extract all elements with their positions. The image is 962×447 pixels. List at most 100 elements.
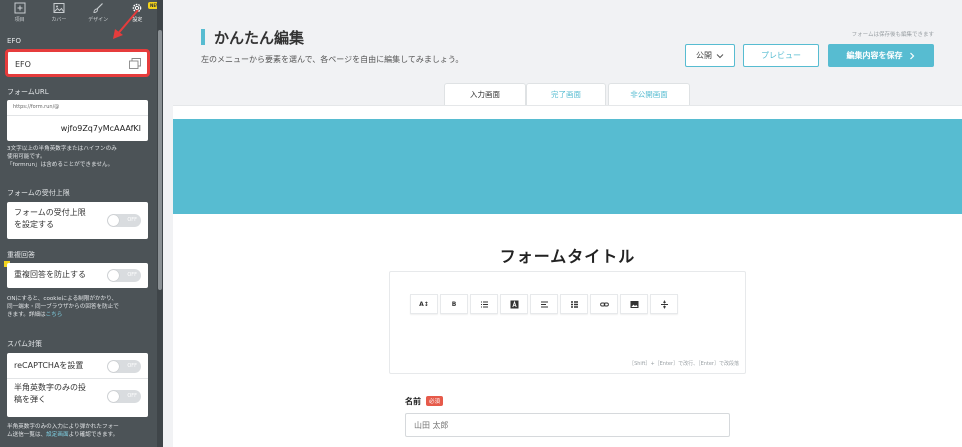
page-title: かんたん編集 — [214, 29, 305, 47]
divider-button[interactable] — [650, 294, 678, 314]
title-accent — [201, 29, 205, 45]
duplicate-card: 重複回答を防止する OFF — [7, 263, 148, 288]
duplicate-section-title: 重複回答 — [7, 251, 35, 259]
text-color-icon — [510, 300, 518, 308]
details-link[interactable]: こちら — [46, 312, 63, 318]
editor-hint: ［Shift］+［Enter］で改行、［Enter］で改段落 — [629, 361, 739, 367]
font-size-button[interactable]: A↕ — [410, 294, 438, 314]
tab-design-label: デザイン — [88, 17, 109, 23]
help-line: 3文字以上の半角英数字またはハイフンのみ — [7, 146, 117, 152]
page-subtitle: 左のメニューから要素を選んで、各ページを自由に編集してみましょう。 — [201, 55, 464, 64]
toggle-knob — [108, 361, 119, 372]
limit-card: フォームの受付上限 を設定する OFF — [7, 202, 148, 239]
name-input[interactable] — [405, 413, 730, 437]
list-icon — [480, 301, 488, 307]
tab-cover[interactable]: カバー — [39, 0, 78, 26]
chevron-down-icon — [716, 53, 724, 58]
sidebar-scrollbar[interactable] — [157, 0, 163, 447]
ascii-only-label: 半角英数字のみの投 稿を弾く — [14, 382, 86, 406]
chevron-right-icon — [909, 52, 914, 59]
limit-label-line: を設定する — [14, 220, 54, 229]
help-line: 同一端末・同一ブラウザからの回答を防止で — [7, 304, 119, 310]
ascii-label-line: 稿を弾く — [14, 395, 46, 404]
align-button[interactable] — [530, 294, 558, 314]
scrollbar-thumb[interactable] — [158, 30, 162, 290]
toggle-knob — [108, 215, 119, 226]
divider-icon — [660, 300, 668, 308]
form-url-field[interactable]: https://form.run/@ wjfo9Zq7yMcAAAfKI — [7, 100, 148, 141]
image-icon — [53, 3, 65, 13]
required-badge: 必須 — [426, 396, 444, 406]
publish-select[interactable]: 公開 — [685, 44, 735, 67]
image-button[interactable] — [620, 294, 648, 314]
bold-button[interactable]: B — [440, 294, 468, 314]
name-field-label: 名前 — [405, 397, 421, 406]
save-label: 編集内容を保存 — [846, 51, 903, 60]
tab-items[interactable]: 項目 — [0, 0, 39, 26]
spam-section-title: スパム対策 — [7, 340, 42, 348]
settings-sidebar: 項目 カバー デザイン 設定 NEW EFO EFO フォームURL https… — [0, 0, 163, 447]
help-line: 使用可能です。 — [7, 154, 46, 160]
limit-toggle[interactable]: OFF — [107, 214, 141, 227]
preview-label: プレビュー — [761, 51, 801, 60]
duplicate-toggle[interactable]: OFF — [107, 269, 141, 282]
plus-square-icon — [14, 2, 26, 14]
recaptcha-label: reCAPTCHAを設置 — [14, 361, 84, 370]
tab-complete-screen[interactable]: 完了画面 — [526, 83, 606, 105]
tab-input-screen[interactable]: 入力画面 — [444, 83, 526, 105]
window-icon[interactable] — [129, 58, 141, 69]
tab-items-label: 項目 — [14, 17, 25, 23]
help-text: きます。詳細は — [7, 312, 46, 318]
duplicate-label: 重複回答を防止する — [14, 270, 86, 279]
form-url-section-title: フォームURL — [7, 88, 49, 96]
link-button[interactable] — [590, 294, 618, 314]
toggle-knob — [108, 391, 119, 402]
efo-section-title: EFO — [7, 37, 21, 45]
text-color-button[interactable] — [500, 294, 528, 314]
tab-cover-label: カバー — [51, 17, 67, 23]
help-line: 「formrun」は含めることができません。 — [7, 162, 114, 168]
efo-field[interactable]: EFO — [5, 49, 150, 77]
help-line: 半角英数字のみの入力により弾かれたフォー — [7, 424, 119, 430]
help-text: ム送信一覧は、 — [7, 432, 47, 438]
list-button[interactable] — [470, 294, 498, 314]
link-icon — [599, 302, 609, 306]
brush-icon — [93, 3, 104, 13]
annotation-arrow-icon — [113, 9, 139, 39]
form-url-help: 3文字以上の半角英数字またはハイフンのみ 使用可能です。 「formrun」は含… — [7, 145, 152, 169]
help-line: きます。詳細はこちら — [7, 311, 152, 319]
row-divider — [7, 378, 148, 379]
toggle-state: OFF — [127, 363, 137, 369]
limit-section-title: フォームの受付上限 — [7, 189, 70, 197]
toggle-state: OFF — [127, 272, 137, 278]
spam-card: reCAPTCHAを設置 OFF 半角英数字のみの投 稿を弾く OFF — [7, 353, 148, 417]
image-icon — [630, 300, 638, 308]
url-slug-input[interactable]: wjfo9Zq7yMcAAAfKI — [61, 124, 141, 133]
toggle-state: OFF — [127, 393, 137, 399]
form-title[interactable]: フォームタイトル — [389, 243, 746, 267]
limit-label: フォームの受付上限 を設定する — [14, 207, 86, 231]
url-prefix: https://form.run/@ — [13, 104, 60, 110]
ascii-only-toggle[interactable]: OFF — [107, 390, 141, 403]
description-editor[interactable]: A↕ B ［Shift］+［Enter］で改行、［Enter］で改段落 — [389, 271, 746, 374]
settings-link[interactable]: 設定画面 — [46, 432, 68, 438]
save-note: フォームは保存後も編集できます — [851, 32, 934, 38]
align-left-icon — [540, 301, 548, 307]
ascii-label-line: 半角英数字のみの投 — [14, 383, 86, 392]
url-divider — [7, 115, 148, 116]
limit-label-line: フォームの受付上限 — [14, 208, 86, 217]
editor-toolbar: A↕ B — [410, 294, 678, 314]
recaptcha-toggle[interactable]: OFF — [107, 360, 141, 373]
tab-private-screen[interactable]: 非公開画面 — [608, 83, 690, 105]
help-line: ム送信一覧は、設定画面より確認できます。 — [7, 431, 152, 439]
toggle-knob — [108, 270, 119, 281]
efo-value: EFO — [15, 60, 31, 69]
preview-button[interactable]: プレビュー — [743, 44, 819, 67]
spam-help: 半角英数字のみの入力により弾かれたフォー ム送信一覧は、設定画面より確認できます… — [7, 423, 152, 439]
help-text: より確認できます。 — [68, 432, 119, 438]
table-button[interactable] — [560, 294, 588, 314]
cover-banner[interactable] — [173, 119, 962, 214]
save-button[interactable]: 編集内容を保存 — [828, 44, 934, 67]
table-icon — [570, 300, 578, 308]
toggle-state: OFF — [127, 217, 137, 223]
